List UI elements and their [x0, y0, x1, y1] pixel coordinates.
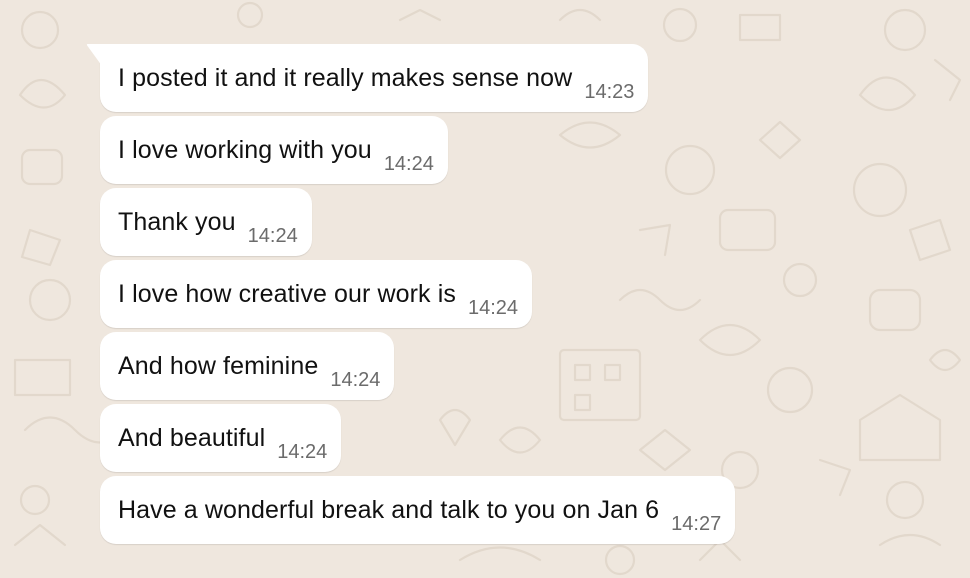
message-list: I posted it and it really makes sense no… [86, 44, 940, 548]
message-text: And beautiful [118, 424, 266, 452]
message-text: Thank you [118, 208, 236, 236]
message-text: Have a wonderful break and talk to you o… [118, 496, 660, 524]
message-bubble[interactable]: Have a wonderful break and talk to you o… [100, 476, 736, 544]
bubble-tail-icon [86, 44, 102, 66]
message-timestamp: 14:24 [330, 369, 381, 391]
message-bubble[interactable]: And how feminine 14:24 [100, 332, 395, 400]
message-text: And how feminine [118, 352, 319, 380]
message-bubble[interactable]: I posted it and it really makes sense no… [86, 44, 649, 112]
message-timestamp: 14:24 [467, 297, 519, 319]
message-timestamp: 14:24 [277, 441, 328, 463]
message-text: I love working with you [118, 136, 372, 164]
message-timestamp: 14:24 [383, 153, 434, 175]
message-bubble[interactable]: I love working with you 14:24 [100, 116, 448, 184]
message-bubble[interactable]: I love how creative our work is 14:24 [100, 260, 533, 328]
message-timestamp: 14:23 [584, 81, 635, 103]
message-timestamp: 14:27 [671, 513, 722, 535]
message-timestamp: 14:24 [247, 225, 298, 247]
message-bubble[interactable]: Thank you 14:24 [100, 188, 312, 256]
message-bubble[interactable]: And beautiful 14:24 [100, 404, 342, 472]
message-text: I posted it and it really makes sense no… [118, 64, 573, 92]
message-text: I love how creative our work is [118, 280, 456, 308]
